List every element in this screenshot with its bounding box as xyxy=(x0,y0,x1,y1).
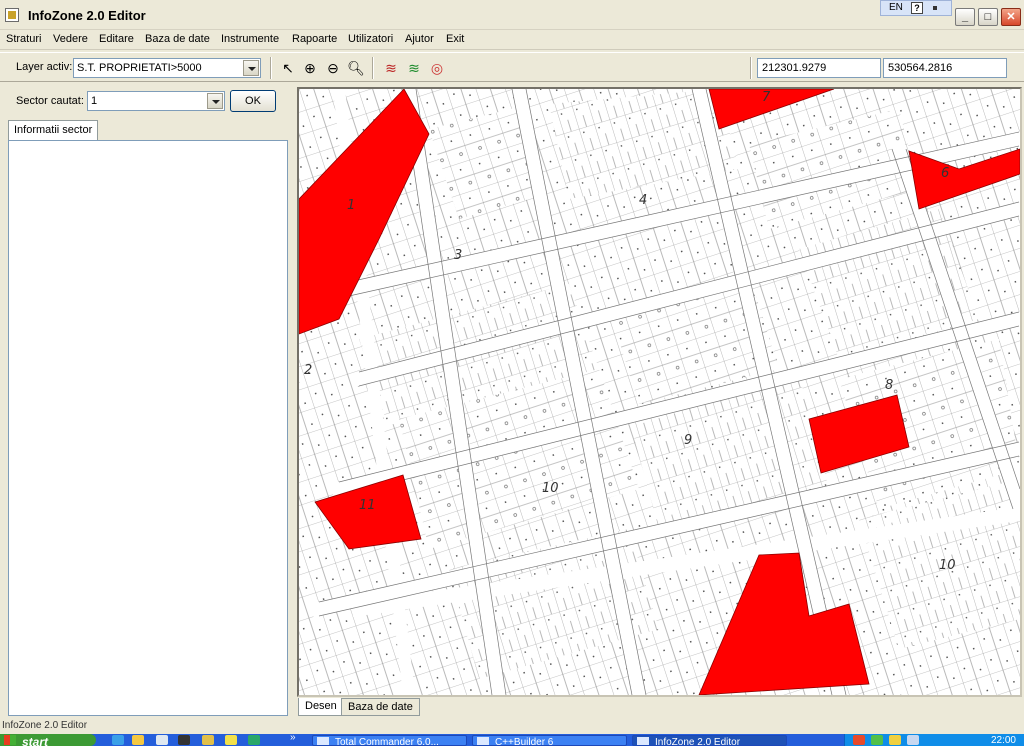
pointer-icon[interactable]: ↖ xyxy=(278,58,298,78)
infozone-icon xyxy=(637,737,649,745)
menu-baza-de-date[interactable]: Baza de date xyxy=(145,33,210,45)
chevron-down-icon[interactable] xyxy=(207,93,223,109)
zoom-fit-icon[interactable]: 🔍︎ xyxy=(346,58,366,78)
close-button[interactable]: ✕ xyxy=(1001,8,1021,26)
menu-vedere[interactable]: Vedere xyxy=(53,33,88,45)
language-indicator[interactable]: EN xyxy=(889,2,903,13)
sector-label-8: 8 xyxy=(885,378,893,393)
help-icon[interactable]: ? xyxy=(911,2,923,14)
sector-label: Sector cautat: xyxy=(16,95,84,107)
menu-bar: Straturi Vedere Editare Baza de date Ins… xyxy=(0,30,1024,50)
sector-label-10b: 10 xyxy=(939,558,956,573)
task-total-commander[interactable]: Total Commander 6.0... xyxy=(312,735,467,746)
system-tray: 22:00 xyxy=(844,734,1024,746)
maximize-button[interactable]: □ xyxy=(978,8,998,26)
tray-volume-icon[interactable] xyxy=(889,735,901,745)
task-label: Total Commander 6.0... xyxy=(335,737,439,746)
toolbar: Layer activ: S.T. PROPRIETATI>5000 ↖ ⊕ ⊖… xyxy=(0,52,1024,82)
menu-ajutor[interactable]: Ajutor xyxy=(405,33,434,45)
terminal-icon[interactable] xyxy=(178,735,190,745)
minimize-button[interactable]: _ xyxy=(955,8,975,26)
sector-label-11: 11 xyxy=(359,498,376,513)
toolbar-separator xyxy=(372,57,374,79)
app-icon[interactable] xyxy=(5,8,19,22)
explorer-icon[interactable] xyxy=(132,735,144,745)
chevron-right-icon[interactable]: » xyxy=(290,734,296,743)
sector-label-10: 10 xyxy=(542,481,559,496)
taskbar: start » Total Commander 6.0... C++Builde… xyxy=(0,734,1024,746)
sector-label-1: 1 xyxy=(347,198,355,213)
map-canvas[interactable]: 1 2 3 4 7 6 8 9 10 11 10 xyxy=(297,87,1022,697)
sector-label-6: 6 xyxy=(941,166,949,181)
target-icon[interactable]: ◎ xyxy=(427,58,447,78)
windows-logo-icon xyxy=(4,735,16,745)
options-icon[interactable] xyxy=(933,6,937,10)
tray-network-icon[interactable] xyxy=(871,735,883,745)
coord-y-readout: 530564.2816 xyxy=(883,58,1007,78)
app-window: InfoZone 2.0 Editor EN ? _ □ ✕ Straturi … xyxy=(0,0,1024,746)
task-label: C++Builder 6 xyxy=(495,737,554,746)
zoom-out-icon[interactable]: ⊖ xyxy=(323,58,343,78)
status-bar: InfoZone 2.0 Editor xyxy=(2,720,88,731)
sector-select[interactable]: 1 xyxy=(87,91,225,111)
zoom-in-icon[interactable]: ⊕ xyxy=(300,58,320,78)
task-infozone[interactable]: InfoZone 2.0 Editor xyxy=(632,735,787,746)
layer-select[interactable]: S.T. PROPRIETATI>5000 xyxy=(73,58,261,78)
smiley-icon[interactable] xyxy=(225,735,237,745)
layer-select-value: S.T. PROPRIETATI>5000 xyxy=(77,62,202,74)
layers-icon[interactable]: ≋ xyxy=(381,58,401,78)
sector-info-box xyxy=(8,140,288,716)
sector-label-7: 7 xyxy=(762,90,771,105)
window-title: InfoZone 2.0 Editor xyxy=(28,8,146,23)
menu-straturi[interactable]: Straturi xyxy=(6,33,41,45)
sector-label-3: 3 xyxy=(454,248,462,263)
task-label: InfoZone 2.0 Editor xyxy=(655,737,741,746)
title-bar: InfoZone 2.0 Editor EN ? _ □ ✕ xyxy=(0,0,1024,30)
clock: 22:00 xyxy=(990,735,1016,746)
coord-x-readout: 212301.9279 xyxy=(757,58,881,78)
desktop-icon[interactable] xyxy=(156,735,168,745)
tray-app-icon[interactable] xyxy=(853,735,865,745)
language-bar[interactable]: EN ? xyxy=(880,0,952,16)
builder-icon xyxy=(477,737,489,745)
menu-instrumente[interactable]: Instrumente xyxy=(221,33,279,45)
tab-baza-de-date[interactable]: Baza de date xyxy=(341,698,420,716)
toolbar-separator xyxy=(270,57,272,79)
toolbar-separator xyxy=(750,57,752,79)
left-panel: Sector cautat: 1 OK Informatii sector xyxy=(0,84,292,720)
task-cpp-builder[interactable]: C++Builder 6 xyxy=(472,735,627,746)
start-button[interactable]: start xyxy=(0,734,96,746)
tray-security-icon[interactable] xyxy=(907,735,919,745)
chevron-down-icon[interactable] xyxy=(243,60,259,76)
app-quicklaunch-icon[interactable] xyxy=(248,735,260,745)
sector-label-2: 2 xyxy=(304,363,312,378)
cadastral-map[interactable]: 1 2 3 4 7 6 8 9 10 11 10 xyxy=(299,89,1020,695)
tab-informatii-sector[interactable]: Informatii sector xyxy=(8,120,99,140)
folder-icon[interactable] xyxy=(202,735,214,745)
sector-label-4: 4 xyxy=(639,193,647,208)
ok-button[interactable]: OK xyxy=(230,90,276,112)
sector-label-9: 9 xyxy=(684,433,692,448)
layers-color-icon[interactable]: ≋ xyxy=(404,58,424,78)
layer-label: Layer activ: xyxy=(16,61,73,73)
menu-editare[interactable]: Editare xyxy=(99,33,134,45)
tab-desen[interactable]: Desen xyxy=(298,698,344,716)
menu-rapoarte[interactable]: Rapoarte xyxy=(292,33,337,45)
ie-icon[interactable] xyxy=(112,735,124,745)
floppy-icon xyxy=(317,737,329,745)
sector-select-value: 1 xyxy=(91,95,98,107)
menu-utilizatori[interactable]: Utilizatori xyxy=(348,33,393,45)
start-label: start xyxy=(22,735,49,746)
menu-exit[interactable]: Exit xyxy=(446,33,464,45)
